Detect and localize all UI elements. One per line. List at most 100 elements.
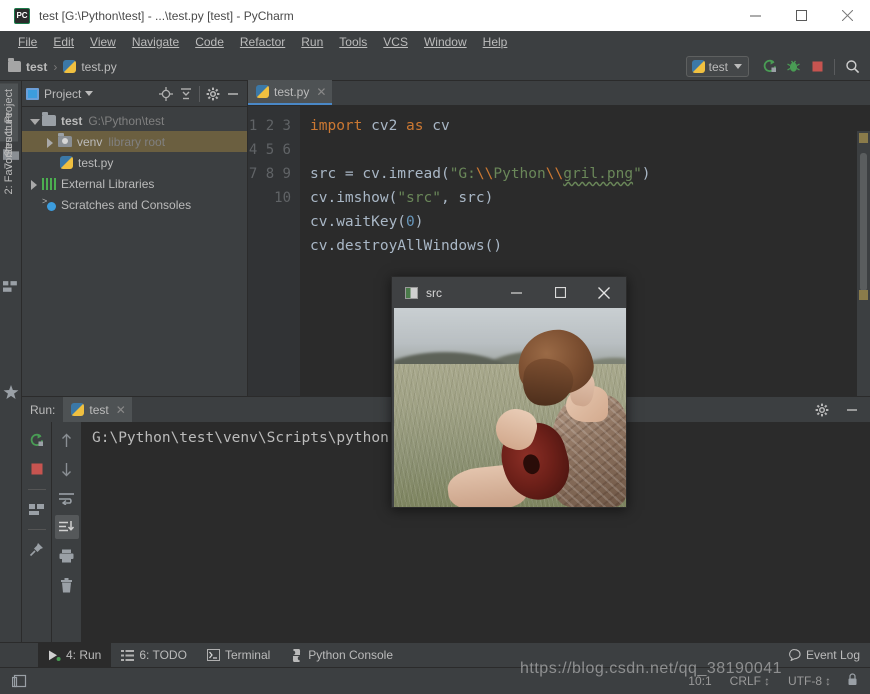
- file-encoding[interactable]: UTF-8 ↕: [788, 674, 831, 688]
- menu-refactor[interactable]: Refactor: [232, 33, 293, 51]
- line-separator-caret: ↕: [764, 674, 770, 688]
- locate-target-icon[interactable]: [156, 84, 176, 104]
- menu-vcs[interactable]: VCS: [375, 33, 416, 51]
- scrollbar-warning-marker-2[interactable]: [859, 290, 868, 300]
- chevron-down-icon[interactable]: [28, 115, 40, 127]
- tree-item-external-libraries[interactable]: External Libraries: [22, 173, 247, 194]
- editor-scrollbar[interactable]: [857, 131, 870, 396]
- bottom-tab-python-console[interactable]: Python Console: [280, 643, 403, 668]
- project-window-icon: [26, 87, 39, 100]
- debug-button[interactable]: [781, 55, 805, 79]
- run-configuration-label: test: [708, 59, 728, 74]
- opencv-close-button[interactable]: [582, 277, 626, 308]
- tree-item-test[interactable]: test G:\Python\test: [22, 110, 247, 131]
- collapse-all-icon[interactable]: [176, 84, 196, 104]
- toggle-tool-windows-button[interactable]: [0, 674, 38, 688]
- opencv-image-canvas: [394, 308, 626, 507]
- folder-icon: [8, 58, 21, 72]
- scrollbar-warning-marker[interactable]: [859, 133, 868, 143]
- scrollbar-thumb[interactable]: [860, 153, 867, 291]
- close-button[interactable]: [824, 0, 870, 31]
- bottom-tab-todo-label: 6: TODO: [139, 648, 187, 662]
- run-configuration-selector[interactable]: test: [685, 56, 749, 77]
- line-numbers: 1 2 3 4 5 6 7 8 9 10: [248, 118, 291, 206]
- gear-icon[interactable]: [203, 84, 223, 104]
- prev-occurrence-button[interactable]: [55, 428, 79, 452]
- editor-tab-testpy[interactable]: test.py ✕: [248, 80, 333, 105]
- breadcrumb-item-test[interactable]: test: [26, 60, 47, 74]
- tree-item-test-path: G:\Python\test: [88, 113, 165, 128]
- rerun-button[interactable]: [25, 428, 49, 452]
- toolbar-divider-2: [27, 529, 46, 530]
- chevron-right-icon[interactable]: [44, 136, 56, 148]
- menu-tools[interactable]: Tools: [331, 33, 375, 51]
- menu-run[interactable]: Run: [293, 33, 331, 51]
- hide-panel-icon[interactable]: [223, 84, 243, 104]
- menu-code[interactable]: Code: [187, 33, 232, 51]
- bottom-tab-terminal[interactable]: Terminal: [197, 643, 280, 668]
- tree-item-test-label: test: [61, 113, 83, 128]
- minimize-button[interactable]: [732, 0, 778, 31]
- bottom-tab-todo[interactable]: 6: TODO: [111, 643, 197, 668]
- gear-icon[interactable]: [812, 400, 832, 420]
- next-occurrence-button[interactable]: [55, 457, 79, 481]
- layout-button[interactable]: [25, 497, 49, 521]
- chevron-right-icon[interactable]: [28, 178, 40, 190]
- menu-help[interactable]: Help: [475, 33, 516, 51]
- bottom-tab-terminal-label: Terminal: [224, 648, 271, 662]
- scroll-to-end-button[interactable]: [54, 515, 79, 539]
- structure-strip-icon: [3, 281, 17, 292]
- maximize-button[interactable]: [778, 0, 824, 31]
- stop-process-button[interactable]: [25, 457, 49, 481]
- panel-divider: [199, 85, 200, 102]
- lock-icon[interactable]: [847, 673, 858, 689]
- hide-panel-icon[interactable]: [842, 400, 862, 420]
- pin-tab-button[interactable]: [25, 537, 49, 561]
- window-title: test [G:\Python\test] - ...\test.py [tes…: [39, 8, 294, 23]
- navigation-bar: test › test.py test: [0, 53, 870, 81]
- menu-file-label: File: [18, 35, 38, 49]
- run-secondary-toolbar: [52, 422, 82, 642]
- run-tab-test[interactable]: test ✕: [63, 397, 132, 422]
- caret-position[interactable]: 10:1: [688, 674, 711, 688]
- menu-view[interactable]: View: [82, 33, 124, 51]
- event-log-button[interactable]: Event Log: [788, 648, 860, 662]
- close-icon[interactable]: ✕: [116, 403, 126, 417]
- line-separator[interactable]: CRLF ↕: [730, 674, 770, 688]
- opencv-maximize-button[interactable]: [538, 277, 582, 308]
- close-icon[interactable]: ✕: [316, 85, 326, 99]
- run-button[interactable]: [757, 55, 781, 79]
- menu-window-label: Window: [423, 35, 467, 49]
- tree-item-venv[interactable]: venv library root: [22, 131, 247, 152]
- menu-navigate[interactable]: Navigate: [124, 33, 187, 51]
- menu-code-label: Code: [195, 35, 224, 49]
- event-log-label: Event Log: [805, 648, 860, 662]
- menu-tools-label: Tools: [339, 35, 368, 49]
- python-file-icon: [60, 156, 73, 169]
- line-number-gutter: 1 2 3 4 5 6 7 8 9 10: [248, 106, 300, 396]
- tree-item-testpy[interactable]: test.py: [22, 152, 247, 173]
- opencv-image-window[interactable]: src: [391, 276, 627, 508]
- menu-file[interactable]: File: [10, 33, 45, 51]
- print-button[interactable]: [55, 544, 79, 568]
- menu-edit[interactable]: Edit: [45, 33, 82, 51]
- breadcrumb-item-testpy[interactable]: test.py: [81, 60, 116, 74]
- project-tree: test G:\Python\test venv library root te…: [22, 107, 247, 215]
- menu-window[interactable]: Window: [416, 33, 475, 51]
- search-everywhere-button[interactable]: [840, 55, 864, 79]
- soft-wrap-button[interactable]: [55, 486, 79, 510]
- line-separator-label: CRLF: [729, 674, 761, 688]
- sidebar-tab-favorites[interactable]: 2: Favorites: [0, 131, 18, 200]
- run-arrow-icon: [48, 650, 61, 661]
- stop-button[interactable]: [805, 55, 829, 79]
- tree-item-venv-detail: library root: [108, 134, 166, 149]
- tree-item-scratches[interactable]: Scratches and Consoles: [22, 194, 247, 215]
- python-config-icon: [71, 403, 85, 416]
- run-tab-label: test: [89, 402, 109, 417]
- clear-all-button[interactable]: [55, 573, 79, 597]
- opencv-minimize-button[interactable]: [494, 277, 538, 308]
- editor-tabbar: test.py ✕: [248, 80, 870, 106]
- window-controls: [732, 0, 870, 31]
- chevron-down-icon[interactable]: [85, 91, 94, 96]
- bottom-tab-run[interactable]: 4: Run: [38, 642, 112, 668]
